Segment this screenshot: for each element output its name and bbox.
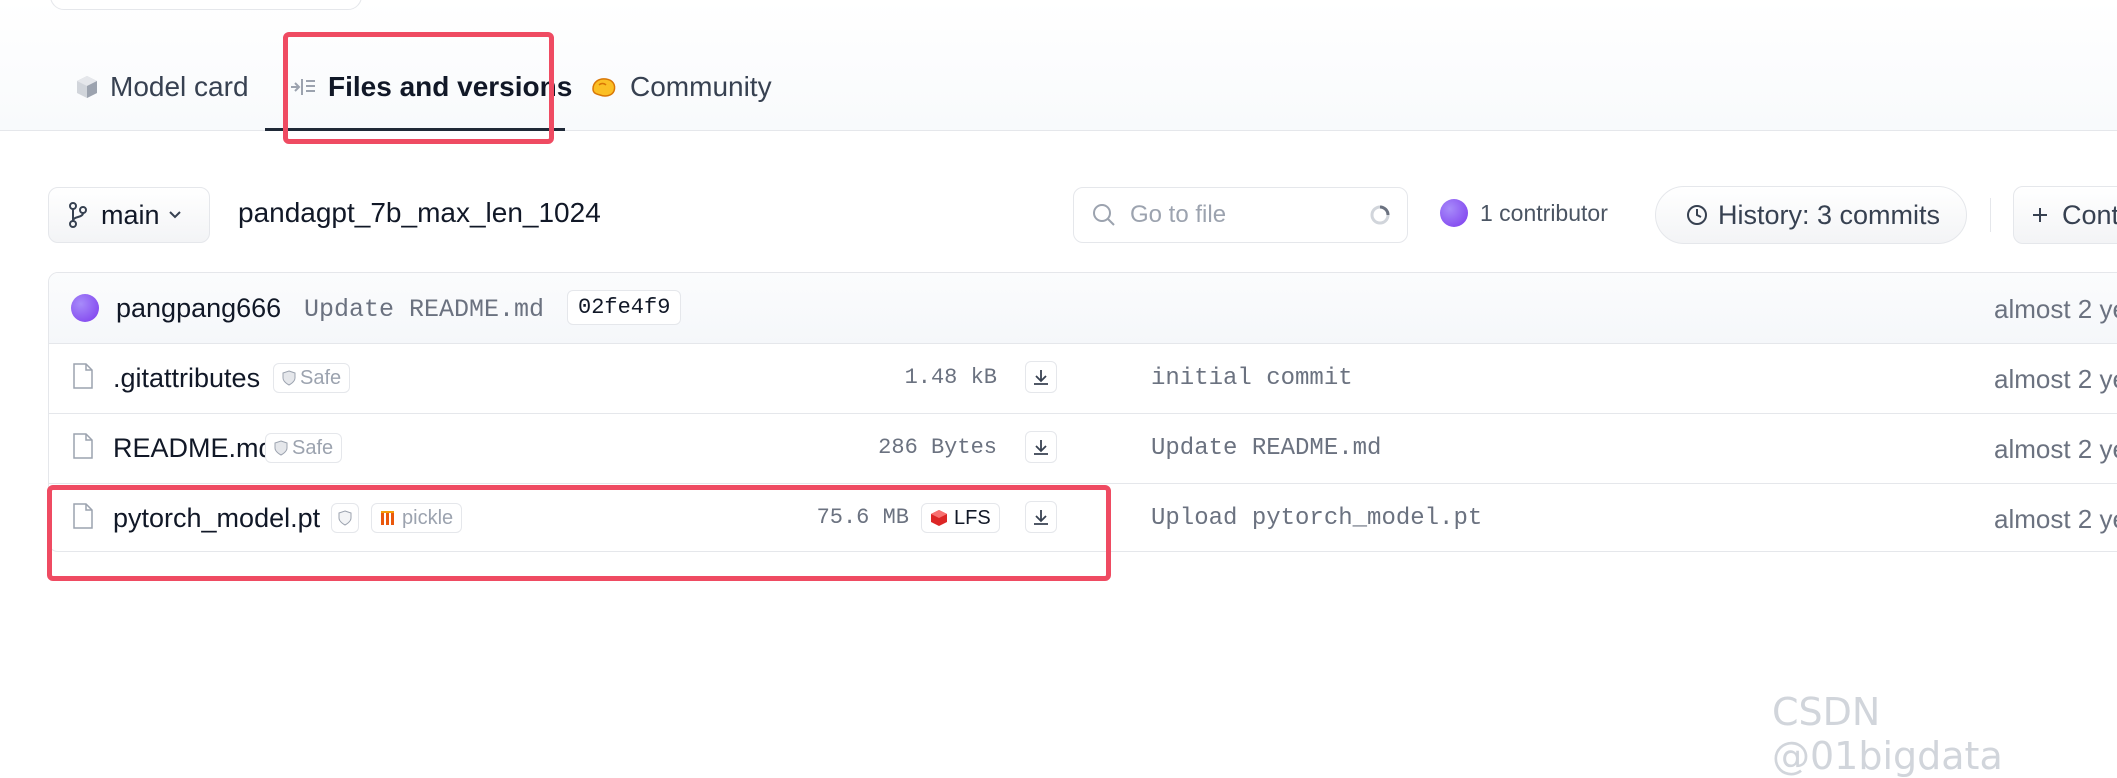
tab-model-card[interactable]: Model card bbox=[76, 62, 249, 112]
toolbar-divider bbox=[1990, 198, 1991, 232]
plus-icon bbox=[2032, 207, 2048, 223]
file-commit-message[interactable]: Upload pytorch_model.pt bbox=[1151, 505, 1482, 532]
contribute-button[interactable]: Cont bbox=[2013, 186, 2117, 244]
file-commit-message[interactable]: Update README.md bbox=[1151, 435, 1381, 462]
highlight-box-file-row bbox=[47, 485, 1111, 581]
safe-badge[interactable]: Safe bbox=[265, 433, 343, 463]
clock-icon bbox=[1686, 204, 1708, 226]
file-name[interactable]: .gitattributes bbox=[113, 363, 260, 394]
repo-path: pandagpt_7b_max_len_1024 bbox=[238, 197, 601, 228]
header-fragment bbox=[50, 0, 362, 10]
chevron-down-icon bbox=[168, 210, 182, 220]
download-icon bbox=[1034, 370, 1048, 385]
contribute-label: Cont bbox=[2062, 199, 2117, 230]
file-date: almost 2 ye bbox=[1994, 504, 2117, 534]
badge-label: Safe bbox=[292, 436, 334, 459]
commit-author[interactable]: pangpang666 bbox=[116, 293, 281, 324]
highlight-box-tab bbox=[283, 32, 554, 144]
file-date: almost 2 ye bbox=[1994, 434, 2117, 464]
contributors-label: 1 contributor bbox=[1480, 199, 1608, 226]
commit-date: almost 2 ye bbox=[1994, 294, 2117, 324]
commit-message[interactable]: Update README.md bbox=[304, 295, 544, 324]
history-button[interactable]: History: 3 commits bbox=[1655, 186, 1967, 244]
file-icon bbox=[73, 433, 93, 464]
file-name[interactable]: README.md bbox=[113, 433, 274, 464]
commit-hash[interactable]: 02fe4f9 bbox=[567, 290, 682, 325]
tab-community[interactable]: Community bbox=[590, 62, 772, 112]
spinner-icon bbox=[1369, 204, 1391, 226]
file-size: 1.48 kB bbox=[904, 365, 997, 390]
last-commit-row: pangpang666 Update README.md 02fe4f9 alm… bbox=[49, 273, 2117, 344]
contributors-link[interactable]: 1 contributor bbox=[1440, 199, 1608, 227]
safe-badge[interactable]: Safe bbox=[273, 363, 351, 393]
shield-icon bbox=[282, 370, 296, 386]
avatar bbox=[1440, 199, 1468, 227]
history-label: History: 3 commits bbox=[1718, 199, 1941, 230]
author-avatar bbox=[71, 294, 99, 322]
download-icon bbox=[1034, 440, 1048, 455]
tab-label: Community bbox=[630, 71, 772, 102]
badge-label: Safe bbox=[300, 366, 342, 389]
branch-selector[interactable]: main bbox=[48, 187, 210, 243]
search-input[interactable] bbox=[1128, 200, 1352, 230]
file-row: README.md Safe 286 Bytes Update README.m… bbox=[49, 413, 2117, 484]
download-button[interactable] bbox=[1025, 431, 1057, 463]
tab-label: Model card bbox=[110, 71, 249, 102]
watermark: CSDN @01bigdata bbox=[1772, 690, 2003, 778]
branch-icon bbox=[69, 202, 87, 228]
community-icon bbox=[590, 75, 618, 99]
file-size: 286 Bytes bbox=[878, 435, 997, 460]
shield-icon bbox=[274, 440, 288, 456]
search-icon bbox=[1092, 203, 1116, 227]
cube-icon bbox=[76, 75, 98, 99]
download-button[interactable] bbox=[1025, 361, 1057, 393]
file-date: almost 2 ye bbox=[1994, 364, 2117, 394]
branch-name: main bbox=[101, 199, 160, 230]
file-row: .gitattributes Safe 1.48 kB initial comm… bbox=[49, 343, 2117, 414]
file-icon bbox=[73, 363, 93, 394]
file-search[interactable] bbox=[1073, 187, 1408, 243]
file-commit-message[interactable]: initial commit bbox=[1151, 365, 1353, 392]
